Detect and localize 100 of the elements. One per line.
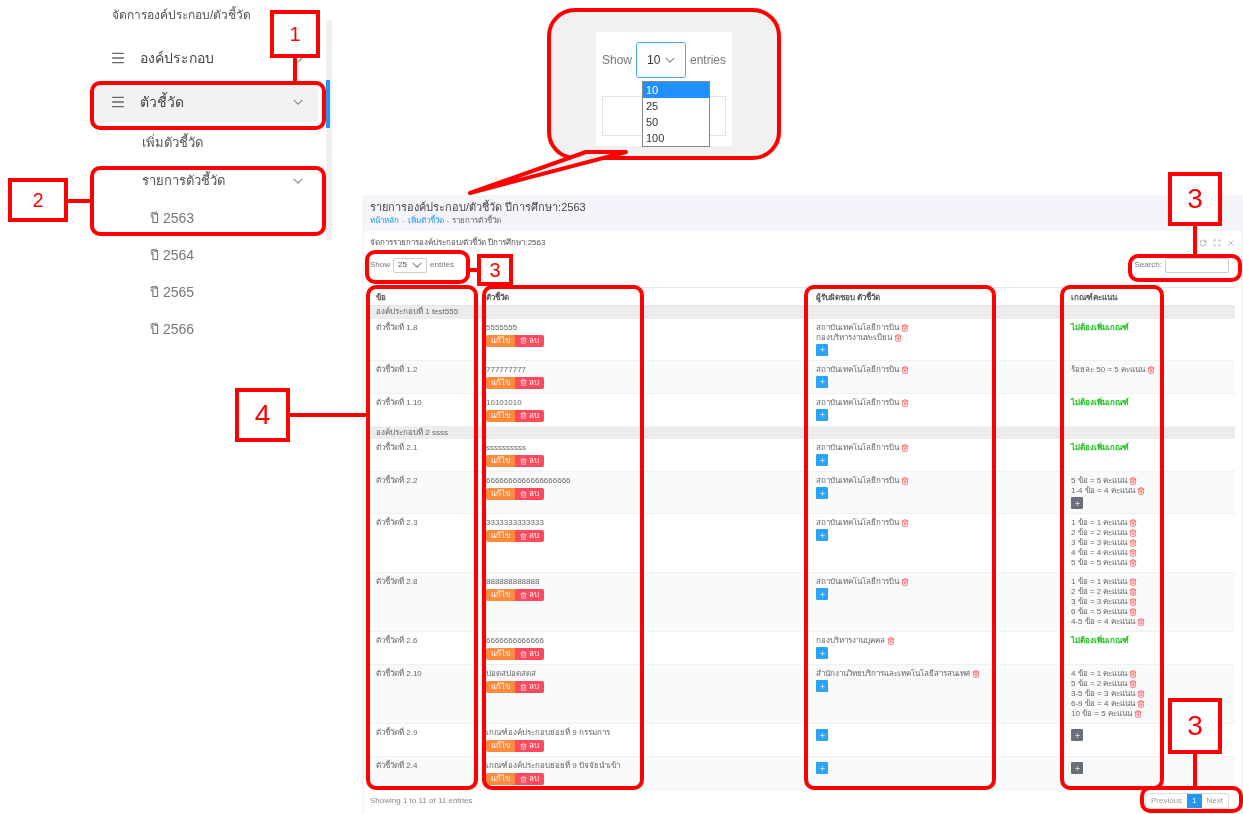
add-criteria-button[interactable]: [1071, 729, 1083, 741]
trash-icon[interactable]: [1136, 618, 1145, 626]
edit-button[interactable]: แก้ไข: [486, 376, 515, 389]
pagination-button[interactable]: Previous: [1145, 794, 1188, 808]
trash-icon[interactable]: [901, 477, 909, 485]
add-responsible-button[interactable]: [816, 343, 828, 356]
delete-button[interactable]: ลบ: [515, 530, 544, 542]
add-responsible-button[interactable]: [816, 487, 828, 499]
trash-icon[interactable]: [972, 670, 980, 678]
search-field[interactable]: [1165, 257, 1229, 273]
edit-button[interactable]: แก้ไข: [486, 455, 515, 467]
add-responsible-button[interactable]: [816, 647, 828, 659]
trash-icon[interactable]: [901, 323, 909, 332]
trash-icon[interactable]: [1129, 477, 1138, 485]
edit-button[interactable]: แก้ไข: [486, 681, 515, 693]
edit-button[interactable]: แก้ไข: [486, 409, 515, 422]
trash-icon[interactable]: [901, 578, 909, 586]
dropdown-option[interactable]: 25: [643, 98, 709, 114]
delete-button[interactable]: ลบ: [515, 681, 544, 693]
plus-icon: [818, 489, 826, 497]
pagination-button[interactable]: 1: [1187, 794, 1202, 808]
refresh-icon[interactable]: [1199, 239, 1207, 247]
entries-select[interactable]: 25: [393, 257, 427, 273]
sidebar-subitem[interactable]: ปี 2565: [95, 274, 318, 311]
trash-icon[interactable]: [1129, 519, 1138, 527]
page-title: รายการองค์ประกอบ/ตัวชี้วัด ปีการศึกษา:2563: [370, 200, 587, 214]
add-responsible-button[interactable]: [816, 375, 828, 388]
delete-button[interactable]: ลบ: [515, 648, 544, 660]
trash-icon[interactable]: [1133, 710, 1142, 718]
trash-icon[interactable]: [1129, 588, 1138, 596]
edit-button[interactable]: แก้ไข: [486, 589, 515, 601]
expand-icon[interactable]: [1213, 239, 1221, 247]
edit-button[interactable]: แก้ไข: [486, 773, 515, 785]
add-responsible-button[interactable]: [816, 588, 828, 600]
trash-icon[interactable]: [1129, 598, 1138, 606]
pagination-button[interactable]: Next: [1201, 794, 1228, 808]
trash-icon[interactable]: [1129, 608, 1138, 616]
trash-icon[interactable]: [901, 519, 909, 527]
group-label: องค์ประกอบที่ 2 ssss: [376, 427, 448, 437]
trash-icon[interactable]: [1129, 578, 1138, 586]
sidebar-subitem[interactable]: รายการตัวชี้วัด: [95, 162, 318, 200]
trash-icon[interactable]: [901, 365, 909, 374]
trash-icon[interactable]: [1136, 700, 1145, 708]
trash-icon[interactable]: [901, 398, 909, 407]
column-header[interactable]: ตัวชี้วัด: [486, 290, 509, 303]
add-responsible-button[interactable]: [816, 762, 828, 774]
delete-button[interactable]: ลบ: [515, 773, 544, 785]
trash-icon: [520, 532, 527, 540]
add-responsible-button[interactable]: [816, 454, 828, 466]
dropdown-option[interactable]: 50: [643, 114, 709, 130]
delete-button[interactable]: ลบ: [515, 488, 544, 500]
add-responsible-button[interactable]: [816, 408, 828, 421]
trash-icon[interactable]: [901, 444, 909, 452]
sidebar-subitem[interactable]: ปี 2566: [95, 311, 318, 348]
delete-button[interactable]: ลบ: [515, 376, 544, 389]
column-header[interactable]: ผู้รับผิดชอบ ตัวชี้วัด: [816, 290, 881, 303]
column-header[interactable]: เกณฑ์คะแนน: [1071, 290, 1117, 303]
trash-icon[interactable]: [1136, 690, 1145, 698]
column-header[interactable]: ข้อ: [376, 290, 386, 303]
delete-button[interactable]: ลบ: [515, 334, 544, 347]
trash-icon[interactable]: [887, 637, 895, 645]
dropdown-option[interactable]: 10: [643, 82, 709, 98]
step-number-label: 4: [235, 388, 290, 442]
delete-button[interactable]: ลบ: [515, 589, 544, 601]
trash-icon[interactable]: [1129, 539, 1138, 547]
breadcrumb-link[interactable]: หน้าหลัก: [370, 216, 399, 226]
trash-icon[interactable]: [894, 333, 902, 342]
sidebar-item[interactable]: ตัวชี้วัด: [95, 82, 318, 122]
edit-button[interactable]: แก้ไข: [486, 740, 515, 752]
add-criteria-button[interactable]: [1071, 497, 1083, 509]
trash-icon: [520, 591, 527, 599]
add-responsible-button[interactable]: [816, 529, 828, 541]
edit-button[interactable]: แก้ไข: [486, 530, 515, 542]
entries-select[interactable]: 10: [636, 42, 686, 78]
breadcrumb-link[interactable]: เพิ่มตัวชี้วัด: [407, 216, 444, 226]
trash-icon[interactable]: [1129, 529, 1138, 537]
step-number-label: 3: [477, 254, 513, 286]
add-responsible-button[interactable]: [816, 680, 828, 692]
delete-button[interactable]: ลบ: [515, 740, 544, 752]
trash-icon[interactable]: [1129, 549, 1138, 557]
delete-button[interactable]: ลบ: [515, 455, 544, 467]
edit-button[interactable]: แก้ไข: [486, 648, 515, 660]
add-criteria-button[interactable]: [1071, 762, 1083, 774]
trash-icon[interactable]: [1129, 670, 1138, 678]
sidebar-subitem[interactable]: ปี 2563: [95, 200, 318, 237]
trash-icon[interactable]: [1129, 680, 1138, 688]
indicator-number: ตัวชี้วัดที่ 1.10: [376, 397, 422, 407]
edit-button[interactable]: แก้ไข: [486, 488, 515, 500]
scrollbar-thumb[interactable]: [326, 80, 330, 128]
trash-icon[interactable]: [1146, 365, 1155, 374]
trash-icon[interactable]: [1129, 559, 1138, 567]
dropdown-option[interactable]: 100: [643, 130, 709, 146]
sidebar-subitem[interactable]: ปี 2564: [95, 237, 318, 274]
close-icon[interactable]: [1227, 239, 1235, 247]
plus-icon: [818, 590, 826, 598]
sidebar-subitem[interactable]: เพิ่มตัวชี้วัด: [95, 124, 318, 162]
trash-icon[interactable]: [1136, 487, 1145, 495]
add-responsible-button[interactable]: [816, 729, 828, 741]
delete-button[interactable]: ลบ: [515, 409, 544, 422]
edit-button[interactable]: แก้ไข: [486, 334, 515, 347]
